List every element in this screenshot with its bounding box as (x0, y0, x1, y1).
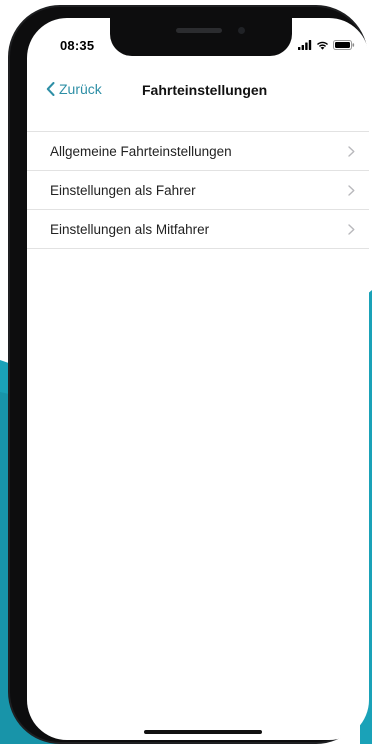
chevron-right-icon (348, 146, 355, 157)
home-indicator[interactable] (144, 730, 262, 734)
chevron-left-icon (46, 82, 55, 96)
list-item-passenger-settings[interactable]: Einstellungen als Mitfahrer (27, 210, 369, 249)
speaker-grille (176, 28, 222, 33)
list-item-label: Einstellungen als Mitfahrer (50, 221, 210, 237)
list-item-label: Einstellungen als Fahrer (50, 182, 196, 198)
status-time: 08:35 (60, 38, 95, 53)
page-title: Fahrteinstellungen (142, 82, 268, 98)
list-item-label: Allgemeine Fahrteinstellungen (50, 143, 232, 159)
back-button[interactable]: Zurück (46, 81, 102, 97)
settings-list: Allgemeine Fahrteinstellungen Einstellun… (27, 131, 369, 249)
list-item-driver-settings[interactable]: Einstellungen als Fahrer (27, 171, 369, 210)
phone-frame: 08:35 Zurück Fahrteinstellungen Allgemei… (8, 5, 369, 744)
navigation-bar: Zurück Fahrteinstellungen (27, 78, 369, 108)
list-item-general-ride-settings[interactable]: Allgemeine Fahrteinstellungen (27, 132, 369, 171)
chevron-right-icon (348, 224, 355, 235)
chevron-right-icon (348, 185, 355, 196)
device-mockup: 08:35 Zurück Fahrteinstellungen Allgemei… (0, 0, 372, 744)
front-camera (238, 27, 245, 34)
signal-icon (298, 40, 312, 50)
battery-icon (333, 40, 355, 50)
phone-screen: 08:35 Zurück Fahrteinstellungen Allgemei… (27, 18, 369, 740)
wifi-icon (317, 41, 328, 50)
back-button-label: Zurück (59, 81, 102, 97)
notch (110, 18, 292, 56)
status-icons (298, 40, 355, 50)
